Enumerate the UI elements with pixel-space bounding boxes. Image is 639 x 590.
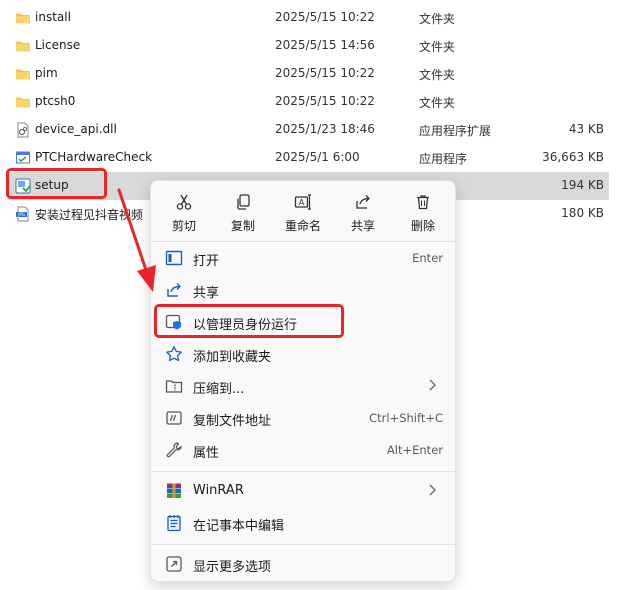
file-name: 安装过程见抖音视频 <box>35 208 144 222</box>
menu-item-open[interactable]: 打开 Enter <box>155 243 451 273</box>
app-icon <box>16 151 30 164</box>
rename-label: 重命名 <box>284 219 321 233</box>
menu-item-label: WinRAR <box>193 483 244 498</box>
menu-item-properties[interactable]: 属性 Alt+Enter <box>155 435 451 465</box>
compress-icon <box>165 380 183 393</box>
setup-highlight-box <box>6 168 107 199</box>
menu-item-label: 添加到收藏夹 <box>193 350 272 365</box>
menu-item-label: 压缩到... <box>193 382 245 397</box>
menu-item-more-options[interactable]: 显示更多选项 <box>155 549 451 579</box>
file-type: 应用程序 <box>419 152 468 166</box>
file-row-device-api[interactable]: device_api.dll 2025/1/23 18:46 应用程序扩展 43… <box>8 116 609 144</box>
file-name: pim <box>35 66 58 80</box>
file-row-ptcsh0[interactable]: ptcsh0 2025/5/15 10:22 文件夹 <box>8 88 609 116</box>
menu-item-label: 共享 <box>193 286 220 301</box>
cut-label: 剪切 <box>171 219 196 233</box>
copy-icon <box>237 194 250 210</box>
menu-item-label: 属性 <box>193 446 220 461</box>
run-as-admin-highlight-box <box>154 304 344 338</box>
share-label: 共享 <box>350 219 375 233</box>
svg-text:JPG: JPG <box>17 212 25 217</box>
more-options-icon <box>166 556 182 572</box>
folder-icon <box>16 13 30 24</box>
menu-item-label: 打开 <box>193 254 220 269</box>
star-icon <box>166 346 182 362</box>
menu-separator <box>151 241 455 242</box>
rename-button[interactable]: A 重命名 <box>275 189 331 235</box>
properties-wrench-icon <box>166 442 182 458</box>
jpg-file-icon: JPG <box>16 206 29 222</box>
cut-icon <box>176 194 192 210</box>
context-menu: 剪切 复制 A 重命名 共享 删除 打开 Enter 共享 以管理员身份运行 添… <box>150 180 456 582</box>
menu-item-copy-path[interactable]: 复制文件地址 Ctrl+Shift+C <box>155 403 451 433</box>
menu-item-label: 显示更多选项 <box>193 560 272 575</box>
notepad-icon <box>167 515 181 532</box>
menu-item-add-favorites[interactable]: 添加到收藏夹 <box>155 339 451 369</box>
file-size: 43 KB <box>568 122 604 136</box>
quick-action-bar: 剪切 复制 A 重命名 共享 删除 <box>151 181 455 237</box>
chevron-right-icon <box>429 484 436 496</box>
delete-button[interactable]: 删除 <box>395 189 451 235</box>
file-name: PTCHardwareCheck <box>35 150 153 164</box>
file-type: 文件夹 <box>419 12 456 26</box>
menu-item-share[interactable]: 共享 <box>155 275 451 305</box>
file-date: 2025/5/15 10:22 <box>275 66 375 80</box>
menu-separator <box>151 544 455 545</box>
menu-item-edit-notepad[interactable]: 在记事本中编辑 <box>155 508 451 538</box>
menu-separator <box>151 471 455 472</box>
cut-button[interactable]: 剪切 <box>156 189 212 235</box>
menu-item-label: 复制文件地址 <box>193 414 272 429</box>
share-quick-button[interactable]: 共享 <box>335 189 391 235</box>
file-row-license[interactable]: License 2025/5/15 14:56 文件夹 <box>8 32 609 60</box>
file-date: 2025/5/15 10:22 <box>275 10 375 24</box>
file-type: 文件夹 <box>419 40 456 54</box>
open-icon <box>165 250 183 266</box>
file-date: 2025/1/23 18:46 <box>275 122 375 136</box>
chevron-right-icon <box>429 379 436 391</box>
menu-item-shortcut: Ctrl+Shift+C <box>369 411 443 425</box>
copy-path-icon <box>166 411 182 425</box>
share-icon <box>167 283 181 297</box>
folder-icon <box>16 97 30 108</box>
menu-item-shortcut: Alt+Enter <box>386 443 443 457</box>
file-size: 180 KB <box>561 206 604 220</box>
file-name: install <box>35 10 71 24</box>
menu-item-shortcut: Enter <box>412 251 443 265</box>
file-row-pim[interactable]: pim 2025/5/15 10:22 文件夹 <box>8 60 609 88</box>
file-name: ptcsh0 <box>35 94 76 108</box>
menu-item-label: 在记事本中编辑 <box>193 519 285 534</box>
dll-file-icon <box>17 122 29 138</box>
copy-button[interactable]: 复制 <box>215 189 271 235</box>
file-size: 194 KB <box>561 178 604 192</box>
winrar-icon <box>167 483 181 498</box>
folder-icon <box>16 69 30 80</box>
rename-icon: A <box>294 194 311 210</box>
file-date: 2025/5/1 6:00 <box>275 150 360 164</box>
share-icon <box>356 195 370 209</box>
delete-label: 删除 <box>410 219 435 233</box>
copy-label: 复制 <box>230 219 255 233</box>
file-name: device_api.dll <box>35 122 117 136</box>
menu-item-compress[interactable]: 压缩到... <box>155 371 451 401</box>
svg-text:A: A <box>299 198 305 207</box>
menu-item-winrar[interactable]: WinRAR <box>155 476 451 506</box>
file-size: 36,663 KB <box>542 150 604 164</box>
file-type: 应用程序扩展 <box>419 124 492 138</box>
folder-icon <box>16 41 30 52</box>
file-date: 2025/5/15 14:56 <box>275 38 375 52</box>
file-date: 2025/5/15 10:22 <box>275 94 375 108</box>
file-name: License <box>35 38 81 52</box>
delete-icon <box>417 195 429 210</box>
file-type: 文件夹 <box>419 96 456 110</box>
file-row-install[interactable]: install 2025/5/15 10:22 文件夹 <box>8 4 609 32</box>
file-type: 文件夹 <box>419 68 456 82</box>
